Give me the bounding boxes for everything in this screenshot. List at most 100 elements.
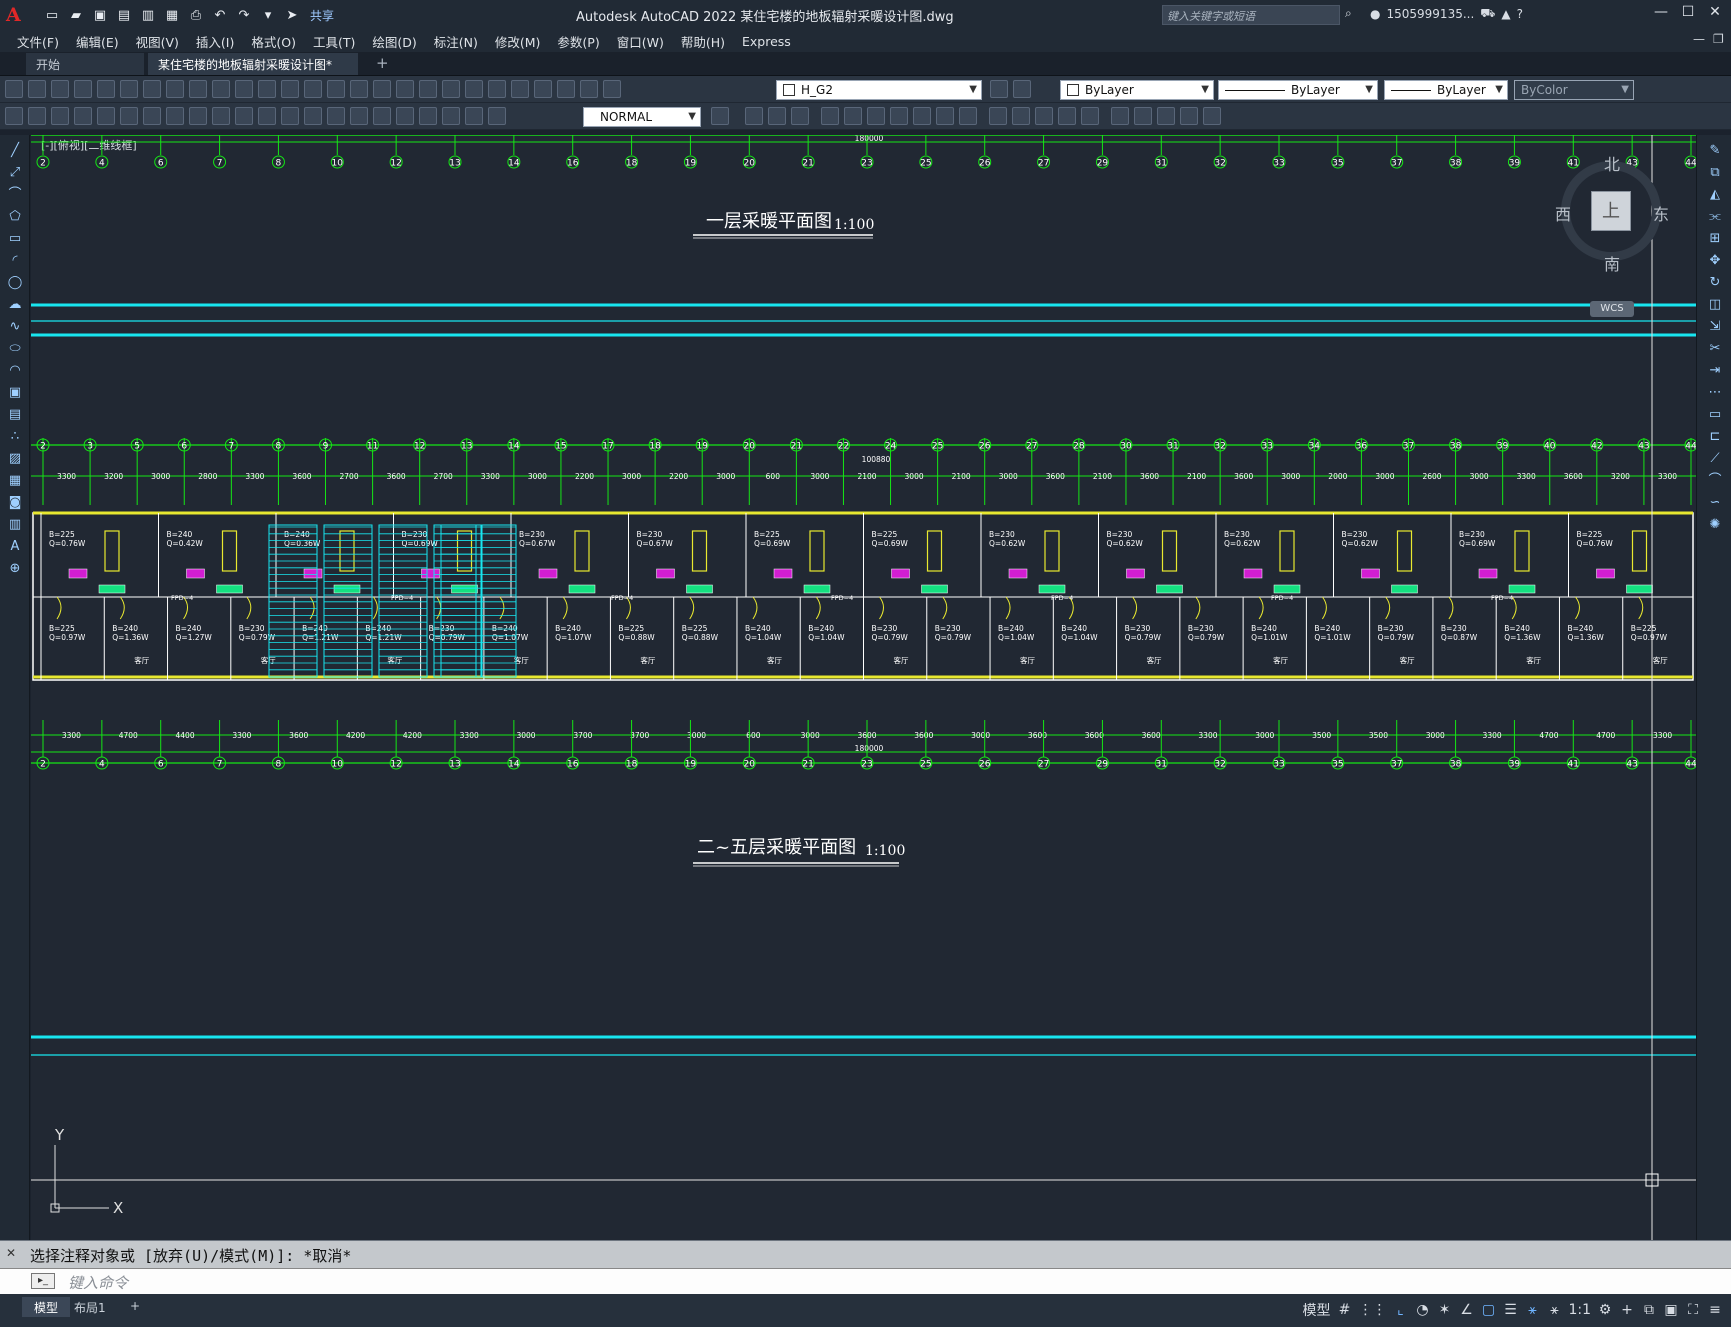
tool-dim-continue-icon[interactable] [281, 107, 299, 125]
join-icon[interactable]: ⊏ [1707, 429, 1723, 445]
minimize-icon[interactable]: — [1650, 4, 1672, 26]
tool-draworder-back-icon[interactable] [1180, 107, 1198, 125]
help-icon[interactable]: ? [1517, 7, 1523, 21]
add-layout-icon[interactable]: + [118, 1297, 152, 1317]
menu-edit[interactable]: 编辑(E) [76, 32, 119, 51]
compass-south[interactable]: 南 [1604, 251, 1620, 275]
tool-inspect-icon[interactable] [396, 107, 414, 125]
tool-sheetset-icon[interactable] [488, 80, 506, 98]
tool-undo-icon[interactable] [281, 80, 299, 98]
menu-window[interactable]: 窗口(W) [617, 32, 664, 51]
tool-trim-icon[interactable] [936, 107, 954, 125]
cart-icon[interactable]: ⛟ [1480, 6, 1495, 22]
color-dropdown[interactable]: ByLayer ▼ [1060, 80, 1214, 100]
tool-dim-aligned-icon[interactable] [74, 107, 92, 125]
autocad-logo-icon[interactable]: A [6, 4, 28, 26]
tool-qselect-icon[interactable] [5, 107, 23, 125]
insert-block-icon[interactable]: ▣ [7, 385, 23, 401]
table-icon[interactable]: ▥ [7, 517, 23, 533]
menu-parametric[interactable]: 参数(P) [557, 32, 599, 51]
open-file-icon[interactable]: ▰ [66, 5, 86, 25]
array-icon[interactable]: ⊞ [1707, 231, 1723, 247]
doc-restore-icon[interactable]: ❐ [1713, 32, 1724, 46]
annotation-monitor-icon[interactable]: + [1619, 1302, 1635, 1318]
command-prompt-icon[interactable]: ▸_ [31, 1273, 55, 1289]
tool-layer-state-icon[interactable] [603, 80, 621, 98]
tool-dim-space-icon[interactable] [304, 107, 322, 125]
move-icon[interactable]: ✥ [1707, 253, 1723, 269]
compass-north[interactable]: 北 [1604, 151, 1620, 175]
tool-mirror-icon[interactable] [768, 107, 786, 125]
add-selected-icon[interactable]: ⊕ [7, 561, 23, 577]
dimstyle-dropdown[interactable]: NORMAL ▼ [583, 107, 701, 127]
erase-icon[interactable]: ✎ [1707, 143, 1723, 159]
tool-properties-icon[interactable] [419, 80, 437, 98]
tool-dim-arc-icon[interactable] [97, 107, 115, 125]
polyline-icon[interactable]: ⌒ [7, 187, 23, 203]
make-current-layer-icon[interactable] [990, 80, 1008, 98]
drawing-canvas[interactable]: [-][俯视][二维线框] 180000 2 4 6 7 8 10 12 13 14 16 18 19 2… [31, 135, 1696, 1240]
tool-copy-icon[interactable] [189, 80, 207, 98]
lineweight-dropdown[interactable]: ByLayer ▼ [1384, 80, 1508, 100]
layer-previous-icon[interactable] [1013, 80, 1031, 98]
compass-west[interactable]: 西 [1555, 201, 1571, 225]
circle-icon[interactable]: ◯ [7, 275, 23, 291]
tool-dim-break-icon[interactable] [327, 107, 345, 125]
command-close-icon[interactable]: ✕ [6, 1246, 16, 1260]
tool-plot-icon[interactable] [74, 80, 92, 98]
command-input[interactable]: 键入命令 [0, 1268, 1731, 1294]
menu-dimension[interactable]: 标注(N) [434, 32, 478, 51]
polar-icon[interactable]: ◔ [1414, 1302, 1430, 1318]
tool-qdim2-icon[interactable] [235, 107, 253, 125]
viewcube[interactable]: 上 北 南 东 西 [1551, 151, 1671, 274]
share-button[interactable]: 共享 [310, 7, 334, 24]
mirror-icon[interactable]: ◭ [1707, 187, 1723, 203]
tab-start[interactable]: 开始 [26, 53, 144, 75]
workspace-gear-icon[interactable]: ⚙ [1597, 1302, 1613, 1318]
tool-dim-radius-icon[interactable] [143, 107, 161, 125]
break-icon[interactable]: ▭ [1707, 407, 1723, 423]
tool-stretch-icon[interactable] [913, 107, 931, 125]
extend-icon[interactable]: ⇥ [1707, 363, 1723, 379]
menu-format[interactable]: 格式(O) [251, 32, 296, 51]
copy-icon[interactable]: ⧉ [1707, 165, 1723, 181]
tool-scale-icon[interactable] [890, 107, 908, 125]
tool-break-icon[interactable] [989, 107, 1007, 125]
auto-scale-icon[interactable]: ⚹ [1546, 1302, 1562, 1318]
tool-dim-diameter-icon[interactable] [189, 107, 207, 125]
compass-east[interactable]: 东 [1653, 201, 1669, 225]
tool-copy2-icon[interactable] [745, 107, 763, 125]
tab-layout1[interactable]: 布局1 [62, 1297, 118, 1317]
wcs-menu[interactable]: WCS [1590, 301, 1634, 317]
tool-join-icon[interactable] [1012, 107, 1030, 125]
customize-qa-icon[interactable]: ▾ [258, 5, 278, 25]
tool-dimedit-icon[interactable] [442, 107, 460, 125]
tool-center-mark-icon[interactable] [373, 107, 391, 125]
tool-3ddwf-icon[interactable] [143, 80, 161, 98]
line-icon[interactable]: ╱ [7, 143, 23, 159]
object-snap-icon[interactable]: ▢ [1480, 1302, 1496, 1318]
isodraft-icon[interactable]: ✶ [1436, 1302, 1452, 1318]
tool-draworder-icon[interactable] [1157, 107, 1175, 125]
model-space-button[interactable]: 模型 [1302, 1300, 1330, 1320]
tool-calc-icon[interactable] [534, 80, 552, 98]
menu-view[interactable]: 视图(V) [136, 32, 179, 51]
explode-icon[interactable]: ✺ [1707, 517, 1723, 533]
tool-dimupdate-icon[interactable] [488, 107, 506, 125]
tool-zoom-window-icon[interactable] [373, 80, 391, 98]
new-file-icon[interactable]: ▭ [42, 5, 62, 25]
tool-dim-angular-icon[interactable] [212, 107, 230, 125]
search-icon[interactable]: ⌕ [1345, 6, 1352, 21]
gradient-icon[interactable]: ▦ [7, 473, 23, 489]
make-block-icon[interactable]: ▤ [7, 407, 23, 423]
trim-icon[interactable]: ✂ [1707, 341, 1723, 357]
plot-preview-icon[interactable]: ▦ [162, 5, 182, 25]
lineweight-icon[interactable]: ☰ [1502, 1302, 1518, 1318]
grid-icon[interactable]: # [1336, 1302, 1352, 1318]
tool-dim-linear-icon[interactable] [51, 107, 69, 125]
publish-icon[interactable]: ▥ [138, 5, 158, 25]
tool-matchprop-icon[interactable] [235, 80, 253, 98]
tool-dim-baseline-icon[interactable] [258, 107, 276, 125]
save-icon[interactable]: ▣ [90, 5, 110, 25]
units-icon[interactable]: ⧉ [1641, 1302, 1657, 1318]
